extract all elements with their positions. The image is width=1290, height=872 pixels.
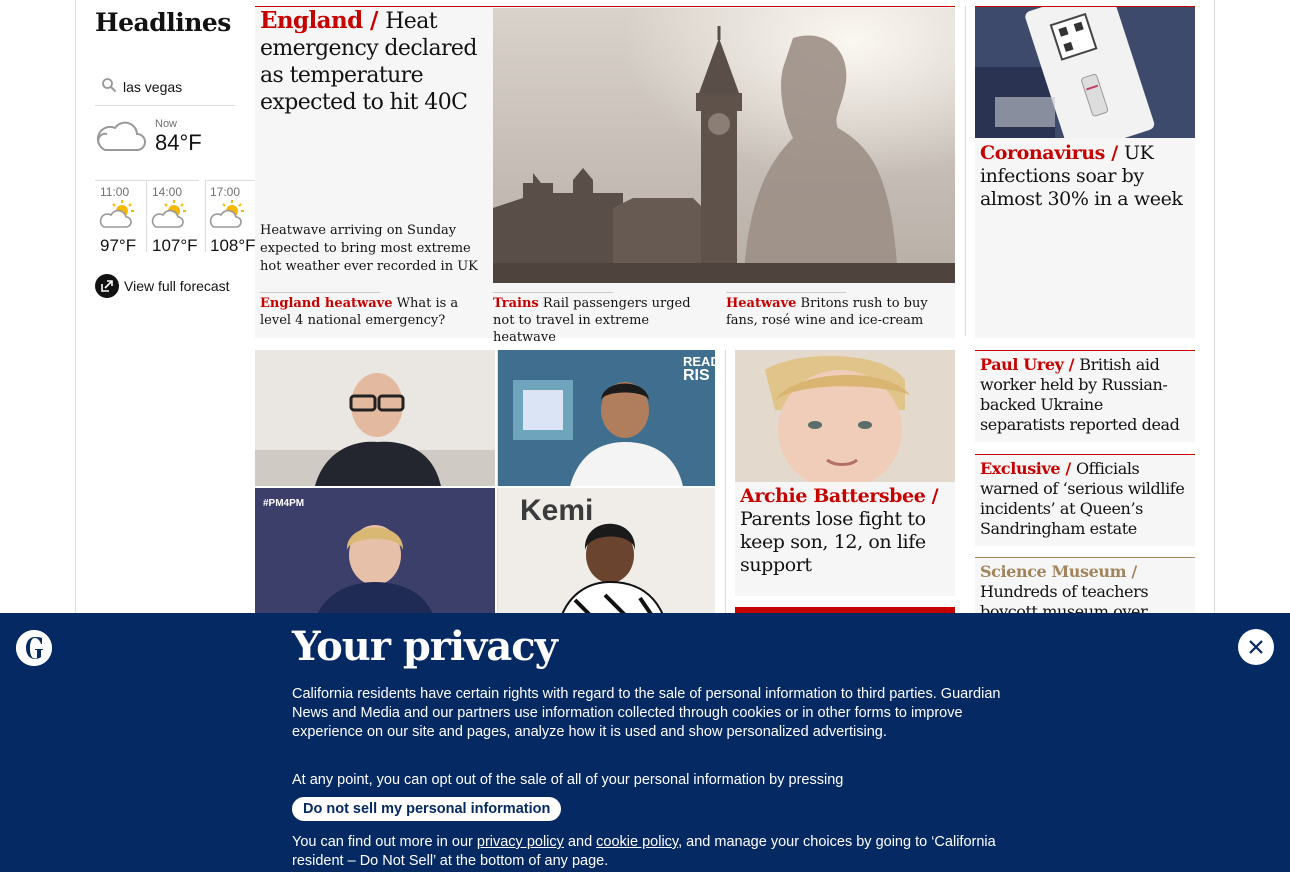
hero-kicker: England / <box>260 7 386 34</box>
story-image <box>975 7 1195 138</box>
related-kicker: Trains <box>493 296 539 311</box>
forecast-temp: 108°F <box>210 236 256 255</box>
location-search[interactable]: las vegas <box>95 70 235 106</box>
weather-now: Now 84°F <box>95 116 240 166</box>
privacy-paragraph: California residents have certain rights… <box>292 686 1001 740</box>
story-kicker: Exclusive / <box>980 459 1076 478</box>
story-headline: Archie Battersbee / Parents lose fight t… <box>735 482 955 580</box>
external-link-icon <box>95 274 119 298</box>
story-card[interactable]: Science Museum / Hundreds of teachers bo… <box>975 557 1195 617</box>
forecast-slot: 17:00 108°F <box>205 180 257 255</box>
related-link[interactable]: England heatwave What is a level 4 natio… <box>260 292 484 329</box>
hero-headline[interactable]: England / Heat emergency declared as tem… <box>260 7 488 116</box>
forecast-time: 11:00 <box>100 185 130 199</box>
story-headline: Paul Urey / British aid worker held by R… <box>975 351 1195 435</box>
view-full-forecast-link[interactable]: View full forecast <box>95 274 230 298</box>
related-kicker: England heatwave <box>260 296 393 311</box>
cloud-icon <box>96 121 146 151</box>
hero-image[interactable] <box>493 8 955 283</box>
story-card[interactable]: Exclusive / Officials warned of ‘serious… <box>975 454 1195 546</box>
forecast-temp: 97°F <box>100 236 137 255</box>
story-headline: Exclusive / Officials warned of ‘serious… <box>975 455 1195 539</box>
do-not-sell-button[interactable]: Do not sell my personal information <box>292 797 562 821</box>
privacy-text: You can find out more in our <box>292 834 477 850</box>
privacy-title: Your privacy <box>292 623 558 670</box>
forecast-slot: 11:00 97°F <box>95 180 147 255</box>
forecast-temp: 107°F <box>152 236 198 255</box>
story-card[interactable]: Archie Battersbee / Parents lose fight t… <box>735 350 955 596</box>
guardian-logo-icon <box>16 630 52 666</box>
privacy-text: and <box>563 834 597 850</box>
related-link[interactable]: Trains Rail passengers urged not to trav… <box>493 292 715 346</box>
svg-text:#PM4PM: #PM4PM <box>263 498 304 509</box>
view-full-forecast-label: View full forecast <box>124 278 230 294</box>
close-button[interactable] <box>1238 629 1274 665</box>
hero-standfirst: Heatwave arriving on Sunday expected to … <box>260 223 478 274</box>
story-headline-text: Parents lose fight to keep son, 12, on l… <box>740 508 926 576</box>
privacy-paragraph: At any point, you can opt out of the sal… <box>292 772 844 788</box>
privacy-paragraph: You can find out more in our privacy pol… <box>292 833 1002 871</box>
forecast-slot: 14:00 107°F <box>147 180 199 255</box>
close-icon <box>1249 640 1263 654</box>
location-value: las vegas <box>123 79 183 95</box>
now-label: Now <box>155 118 178 130</box>
search-icon <box>102 78 117 93</box>
forecast-time: 14:00 <box>152 185 183 199</box>
divider <box>965 6 966 336</box>
story-headline: Coronavirus / UK infections soar by almo… <box>975 138 1195 211</box>
svg-text:RIS: RIS <box>683 367 710 384</box>
story-kicker: Science Museum / <box>980 562 1137 581</box>
section-title: Headlines <box>95 8 231 37</box>
story-card[interactable]: Paul Urey / British aid worker held by R… <box>975 350 1195 442</box>
related-kicker: Heatwave <box>726 296 797 311</box>
story-kicker: Archie Battersbee / <box>740 485 939 507</box>
forecast-time: 17:00 <box>210 185 241 199</box>
privacy-policy-link[interactable]: privacy policy <box>477 834 564 850</box>
sun-cloud-icon <box>209 200 244 228</box>
story-kicker: Paul Urey / <box>980 355 1080 374</box>
story-card[interactable]: Coronavirus / UK infections soar by almo… <box>975 6 1195 338</box>
svg-text:Kemi: Kemi <box>520 494 593 527</box>
related-link[interactable]: Heatwave Britons rush to buy fans, rosé … <box>726 292 954 329</box>
now-temperature: 84°F <box>155 130 202 155</box>
story-headline: Science Museum / Hundreds of teachers bo… <box>975 558 1195 617</box>
story-headline-text: Hundreds of teachers boycott museum over <box>980 582 1149 617</box>
sun-cloud-icon <box>151 200 186 228</box>
privacy-banner: Your privacy California residents have c… <box>0 613 1290 872</box>
cookie-policy-link[interactable]: cookie policy <box>596 834 678 850</box>
leadership-debate-image[interactable]: READY RIS #PM4PM Kemi <box>255 350 715 620</box>
sun-cloud-icon <box>99 200 134 228</box>
divider <box>725 350 726 615</box>
story-image <box>735 350 955 482</box>
story-kicker: Coronavirus / <box>980 142 1124 164</box>
